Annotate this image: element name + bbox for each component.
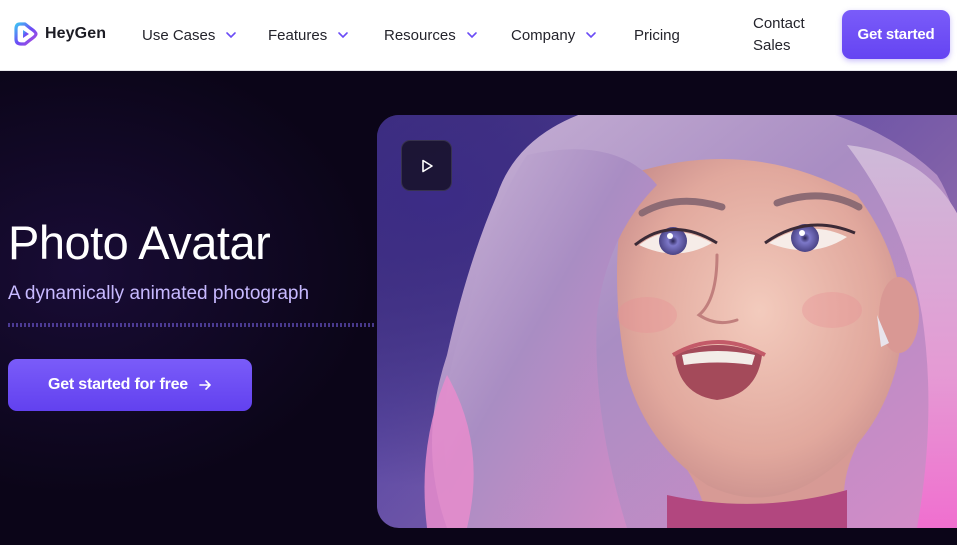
nav-item-pricing[interactable]: Pricing xyxy=(634,24,680,46)
avatar-video-player[interactable] xyxy=(377,115,957,528)
brand-logo[interactable]: HeyGen xyxy=(13,21,106,47)
nav-item-features[interactable]: Features xyxy=(268,24,349,46)
contact-sales-link[interactable]: Contact Sales xyxy=(753,13,823,57)
get-started-free-button[interactable]: Get started for free xyxy=(8,359,252,411)
play-button[interactable] xyxy=(401,140,452,191)
nav-item-company[interactable]: Company xyxy=(511,24,597,46)
chevron-down-icon xyxy=(466,32,477,39)
brand-name: HeyGen xyxy=(45,25,107,42)
cta-label: Get started for free xyxy=(47,376,189,393)
hero-section: Photo Avatar A dynamically animated phot… xyxy=(0,71,957,545)
arrow-right-icon xyxy=(199,380,211,390)
dotted-divider xyxy=(8,323,376,327)
nav-item-resources[interactable]: Resources xyxy=(384,24,478,46)
nav-item-label: Pricing xyxy=(634,26,680,44)
nav-item-label: Resources xyxy=(384,26,456,44)
page-title: Photo Avatar xyxy=(8,216,271,269)
avatar-portrait-image xyxy=(377,115,957,528)
chevron-down-icon xyxy=(226,32,237,39)
chevron-down-icon xyxy=(338,32,349,39)
hero-subtitle: A dynamically animated photograph xyxy=(8,283,310,304)
play-icon xyxy=(421,159,433,172)
nav-item-label: Company xyxy=(511,26,576,44)
top-navigation: HeyGen Use Cases Features Resources Comp… xyxy=(0,0,957,71)
heygen-logo-icon xyxy=(14,22,38,46)
get-started-button[interactable]: Get started xyxy=(842,10,950,59)
nav-item-label: Use Cases xyxy=(142,26,216,44)
nav-item-use-cases[interactable]: Use Cases xyxy=(142,24,237,46)
chevron-down-icon xyxy=(586,32,597,39)
nav-item-label: Features xyxy=(268,26,328,44)
